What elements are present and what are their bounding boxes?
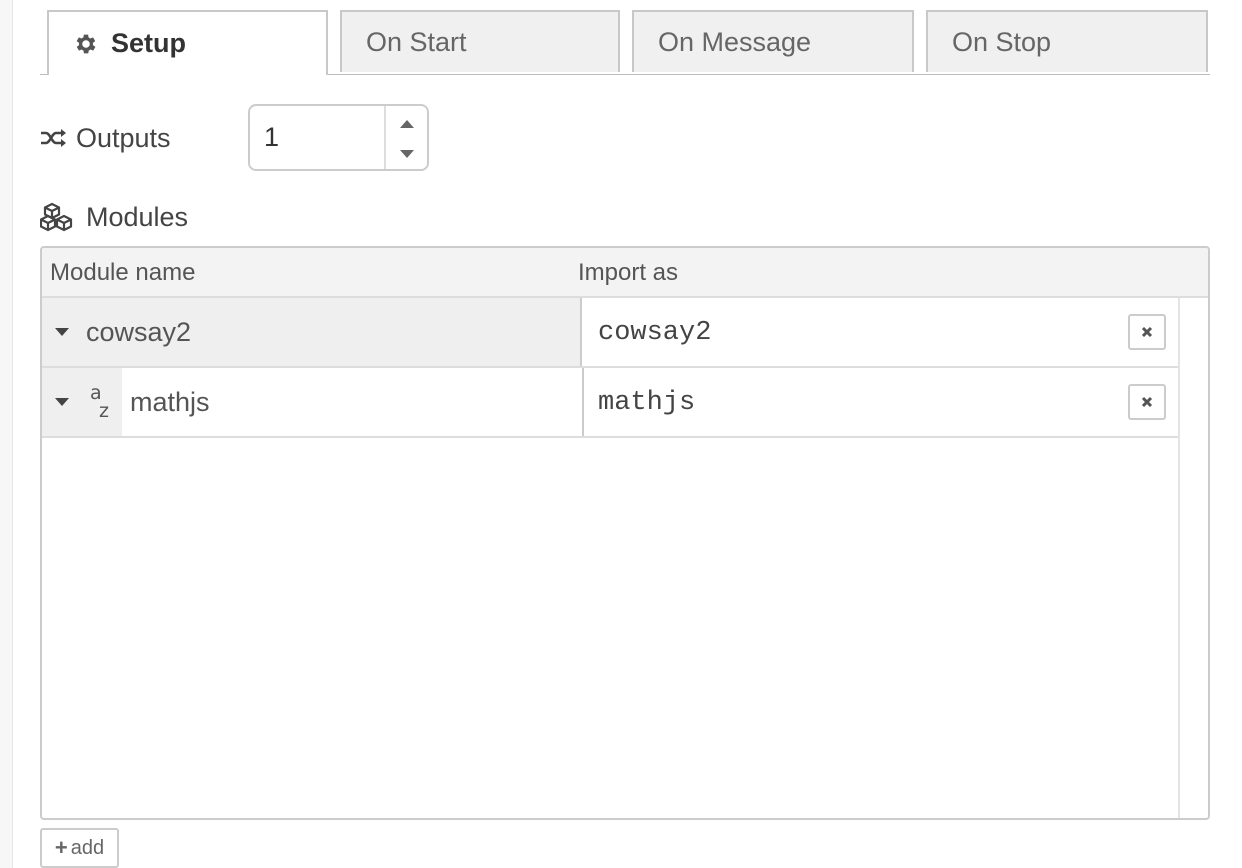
- add-module-button[interactable]: + add: [40, 828, 119, 868]
- module-type-dropdown[interactable]: [42, 368, 82, 436]
- module-row: [42, 298, 1178, 368]
- module-name-cell: a z: [42, 368, 584, 436]
- modules-label-text: Modules: [86, 201, 189, 232]
- tab-on-message[interactable]: On Message: [632, 10, 914, 72]
- outputs-label-text: Outputs: [76, 122, 171, 153]
- caret-down-icon: [55, 398, 69, 406]
- modules-header: Module name Import as: [42, 248, 1208, 298]
- spinner-up-button[interactable]: [386, 108, 427, 139]
- outputs-input[interactable]: [250, 106, 384, 169]
- sort-alpha-z: z: [99, 400, 109, 422]
- tab-on-stop[interactable]: On Stop: [926, 10, 1208, 72]
- close-icon: [1141, 326, 1153, 338]
- tab-setup-label: Setup: [111, 28, 187, 58]
- tab-setup[interactable]: Setup: [47, 10, 328, 75]
- module-row: a z: [42, 368, 1178, 438]
- column-header-module-name: Module name: [50, 259, 196, 286]
- column-header-import-as: Import as: [578, 259, 679, 286]
- cubes-icon: [40, 202, 73, 232]
- sort-alpha-icon[interactable]: a z: [82, 368, 122, 436]
- left-panel-edge: [0, 0, 13, 868]
- scrollbar[interactable]: [1178, 298, 1180, 818]
- import-as-input[interactable]: [596, 298, 1120, 368]
- tab-on-start-label: On Start: [366, 26, 467, 57]
- import-as-cell: [584, 298, 1178, 368]
- add-button-label: add: [70, 836, 105, 859]
- remove-row-button[interactable]: [1128, 314, 1166, 350]
- tab-on-message-label: On Message: [658, 26, 812, 57]
- module-name-input[interactable]: [84, 298, 574, 366]
- modules-list: Module name Import as a z: [40, 246, 1210, 820]
- modules-label: Modules: [40, 198, 188, 236]
- close-icon: [1141, 396, 1153, 408]
- tab-on-start[interactable]: On Start: [340, 10, 620, 72]
- import-as-input[interactable]: [596, 368, 1120, 438]
- module-name-cell: [42, 298, 582, 366]
- outputs-spinner: [248, 104, 429, 171]
- module-type-dropdown[interactable]: [42, 298, 82, 366]
- module-name-input[interactable]: [128, 368, 584, 436]
- caret-up-icon: [399, 119, 414, 128]
- random-icon: [41, 129, 66, 147]
- plus-icon: +: [54, 835, 68, 860]
- remove-row-button[interactable]: [1128, 384, 1166, 420]
- spinner-down-button[interactable]: [386, 138, 427, 169]
- caret-down-icon: [55, 328, 69, 336]
- tab-on-stop-label: On Stop: [952, 26, 1052, 57]
- import-as-cell: [584, 368, 1178, 438]
- caret-down-icon: [399, 149, 414, 158]
- gear-icon: [76, 34, 96, 53]
- tab-bar: Setup On Start On Message On Stop: [40, 10, 1210, 75]
- outputs-label: Outputs: [40, 118, 171, 158]
